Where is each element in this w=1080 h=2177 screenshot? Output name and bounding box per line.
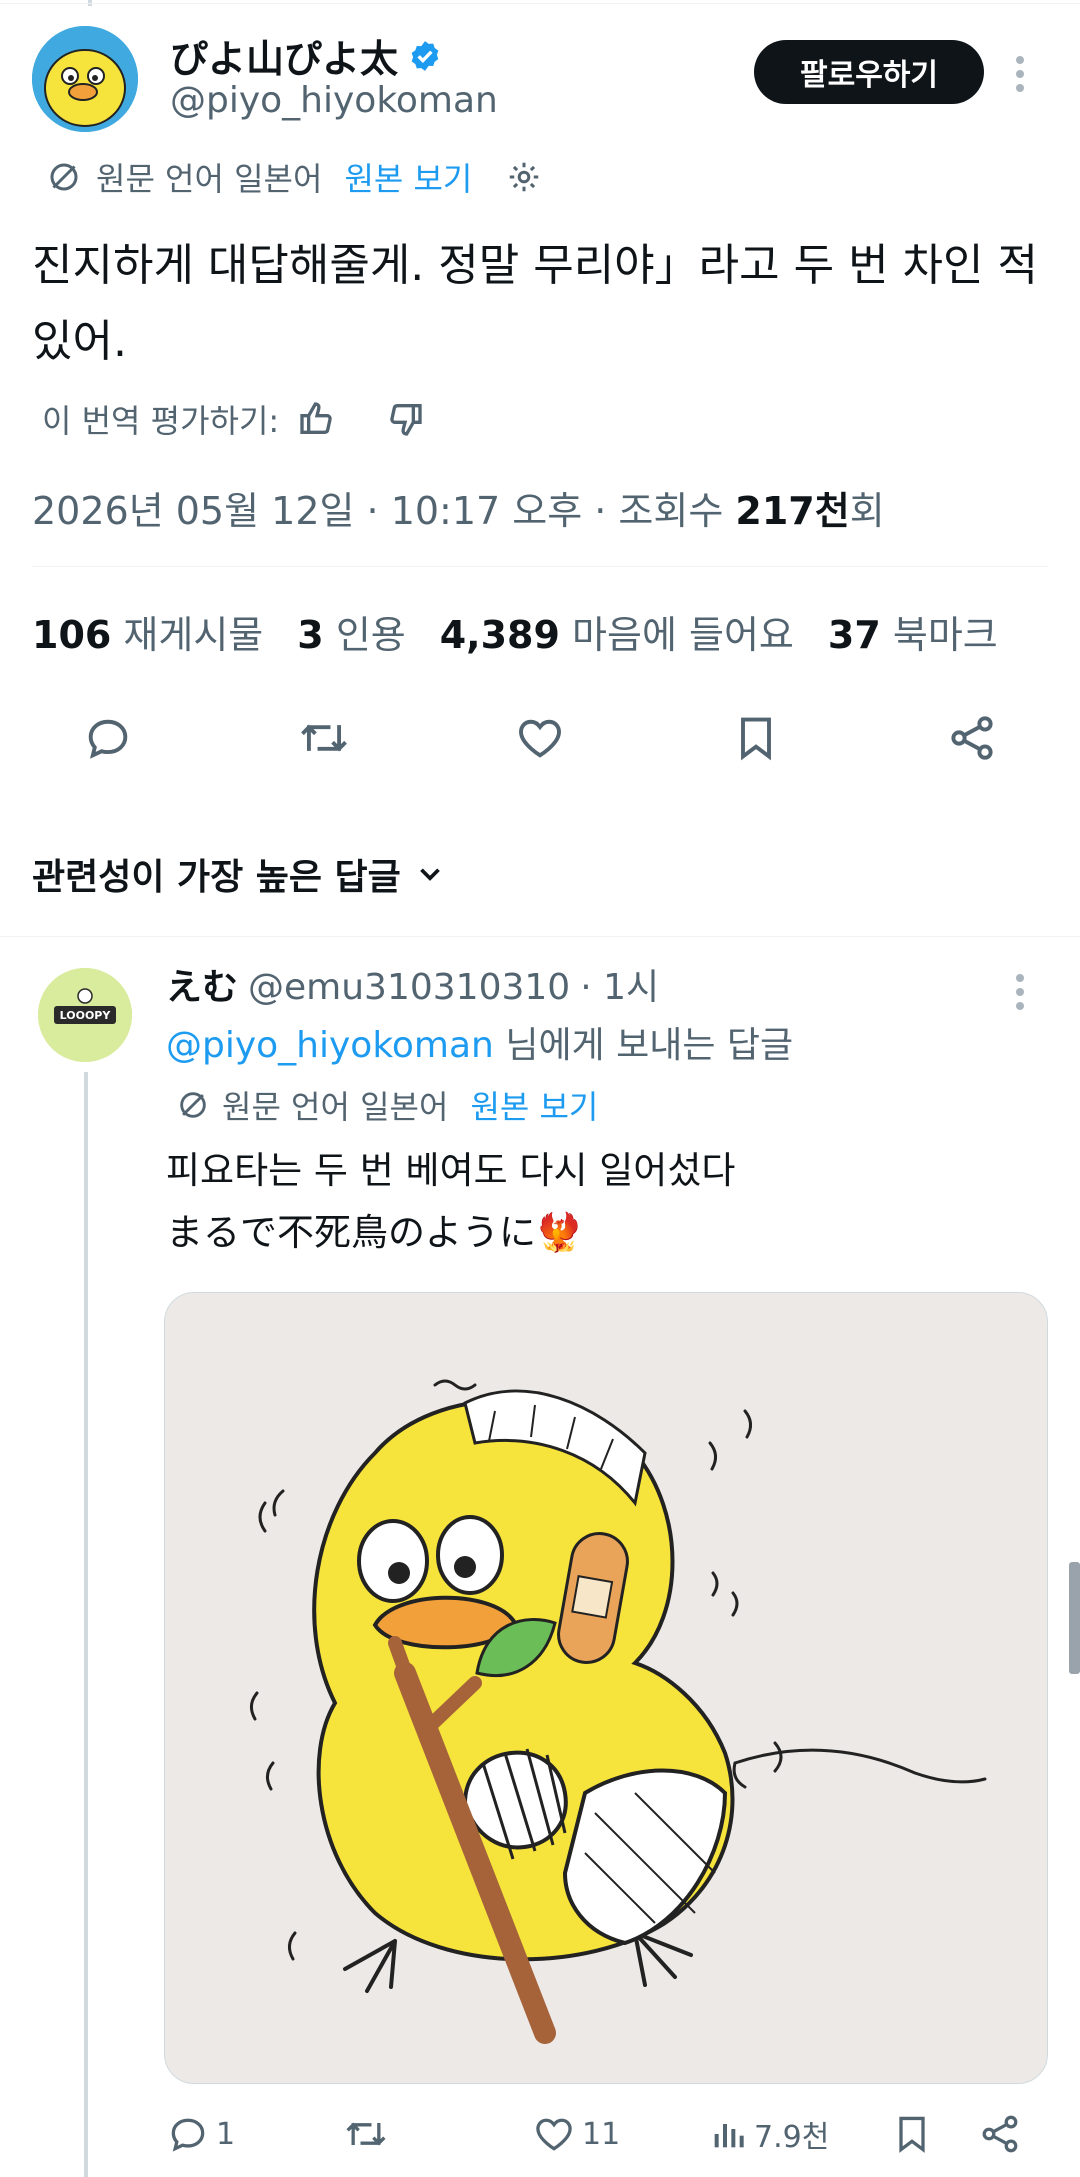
author-avatar[interactable] [32,26,138,132]
reply-avatar-text: LOOOPY [60,1009,112,1022]
reply-text-line-1: 피요타는 두 번 베여도 다시 일어섰다 [166,1149,736,1192]
settings-icon[interactable] [506,159,542,195]
author-name-text: ぴよ山ぴよ太 [170,37,399,81]
translation-source: 원문 언어 일본어 [96,160,323,198]
retweet-icon [342,2112,390,2156]
author-handle[interactable]: @piyo_hiyokoman [170,80,498,121]
reply-to-suffix: 님에게 보내는 답글 [493,1025,794,1066]
reply-image[interactable] [164,1292,1048,2084]
reply-action-bar: 1 11 7.9천 [166,2112,1046,2160]
chevron-down-icon [413,857,447,891]
rate-translation-label: 이 번역 평가하기: [42,402,280,440]
reply-text-line-2: まるで不死鳥のように🐦‍🔥 [166,1211,583,1254]
reposts-stat[interactable]: 106 재게시물 [32,604,263,659]
bookmark-icon[interactable] [688,712,824,764]
translate-icon [176,1088,210,1122]
reply-views-button[interactable]: 7.9천 [708,2112,829,2156]
thumbs-down-icon[interactable] [385,399,425,439]
verified-badge-icon [408,39,442,73]
thumbs-up-icon[interactable] [297,399,337,439]
views-suffix: 회 [849,489,885,533]
reply-translation-source: 원문 언어 일본어 [222,1088,449,1126]
heart-icon[interactable] [472,712,608,764]
phoenix-emoji: 🐦‍🔥 [536,1211,583,1254]
reply-header: えむ @emu310310310 · 1시 [166,958,659,1010]
engagement-stats: 106 재게시물 3 인용 4,389 마음에 들어요 37 북마크 [32,604,998,659]
reply-replies-count: 1 [216,2116,236,2152]
quotes-stat[interactable]: 3 인용 [297,604,405,659]
reply-view-original-link[interactable]: 원본 보기 [470,1082,598,1128]
share-icon[interactable] [978,2112,1022,2156]
reply-time[interactable]: · 1시 [580,958,659,1010]
views-icon [708,2112,748,2156]
views-count: 217천 [735,489,850,533]
share-icon[interactable] [904,712,1040,764]
scrollbar[interactable] [1069,1562,1080,1674]
timestamp-text: 2026년 05월 12일 · 10:17 오후 · 조회수 [32,489,736,533]
reply-translation-bar: 원문 언어 일본어 원본 보기 [176,1082,598,1128]
reply-icon[interactable] [40,712,176,764]
reply-like-button[interactable]: 11 [532,2112,620,2156]
more-icon[interactable] [1012,970,1028,1014]
translation-bar: 원문 언어 일본어 원본 보기 [46,154,542,200]
divider [0,3,1080,4]
bookmarks-stat[interactable]: 37 북마크 [828,604,998,659]
reply-reply-button[interactable]: 1 [166,2112,235,2156]
reply-author-name[interactable]: えむ [166,958,238,1010]
post-text: 진지하게 대답해줄게. 정말 무리야」라고 두 번 차인 적 있어. [32,240,1038,367]
reply-views-count: 7.9천 [754,2120,830,2155]
reply-retweet-button[interactable] [342,2112,390,2156]
post-timestamp[interactable]: 2026년 05월 12일 · 10:17 오후 · 조회수 217천회 [32,480,885,535]
follow-button[interactable]: 팔로우하기 [754,40,984,104]
reply-likes-count: 11 [582,2116,621,2152]
translate-icon [46,159,82,195]
replies-sort-dropdown[interactable]: 관련성이 가장 높은 답글 [32,848,447,900]
thread-connector [84,1072,88,2177]
likes-stat[interactable]: 4,389 마음에 들어요 [440,604,794,659]
post-action-bar [40,712,1040,764]
divider [32,566,1048,567]
reply-icon [166,2112,210,2156]
author-name[interactable]: ぴよ山ぴよ太 [170,28,442,83]
replies-sort-label: 관련성이 가장 높은 답글 [32,857,401,898]
reply-author-avatar[interactable]: LOOOPY [38,968,132,1062]
rate-translation: 이 번역 평가하기: [42,396,425,442]
heart-icon [532,2112,576,2156]
reply-text: 피요타는 두 번 베여도 다시 일어섰다 まるで不死鳥のように🐦‍🔥 [166,1140,735,1264]
bookmark-icon[interactable] [890,2112,934,2156]
view-original-link[interactable]: 원본 보기 [344,154,472,200]
more-icon[interactable] [1012,52,1028,96]
reply-to-line: @piyo_hiyokoman 님에게 보내는 답글 [166,1016,793,1068]
reply-to-handle[interactable]: @piyo_hiyokoman [166,1025,494,1066]
retweet-icon[interactable] [256,712,392,764]
divider [0,936,1080,937]
reply-author-handle[interactable]: @emu310310310 [248,967,570,1008]
